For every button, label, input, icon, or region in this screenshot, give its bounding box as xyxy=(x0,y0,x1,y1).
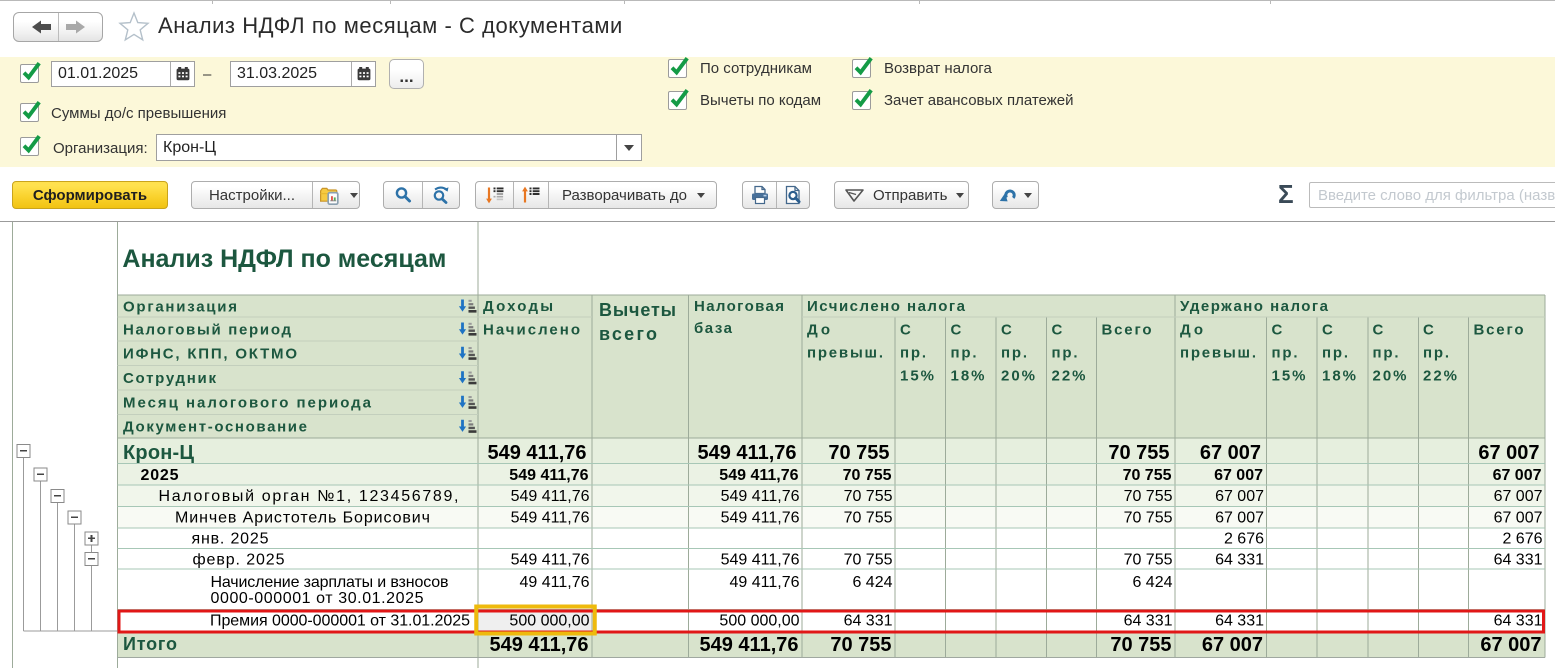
svg-text:549 411,76: 549 411,76 xyxy=(721,509,800,526)
svg-text:Доходы: Доходы xyxy=(483,298,553,315)
svg-text:15%: 15% xyxy=(1272,368,1306,385)
svg-text:С: С xyxy=(951,322,962,339)
svg-text:С: С xyxy=(1052,322,1063,339)
svg-text:67 007: 67 007 xyxy=(1215,509,1264,526)
svg-text:549 411,76: 549 411,76 xyxy=(700,634,799,656)
svg-text:549 411,76: 549 411,76 xyxy=(511,551,590,568)
svg-text:20%: 20% xyxy=(1001,368,1035,385)
svg-text:70 755: 70 755 xyxy=(828,442,889,464)
svg-text:пр.: пр. xyxy=(1001,345,1027,362)
svg-text:С: С xyxy=(1373,322,1384,339)
svg-text:18%: 18% xyxy=(1322,368,1356,385)
svg-text:70 755: 70 755 xyxy=(1123,467,1172,484)
svg-text:всего: всего xyxy=(599,324,657,344)
svg-text:70 755: 70 755 xyxy=(1124,551,1173,568)
svg-text:превыш.: превыш. xyxy=(807,345,883,362)
svg-text:549 411,76: 549 411,76 xyxy=(490,634,589,656)
svg-text:549 411,76: 549 411,76 xyxy=(719,467,798,484)
svg-text:70 755: 70 755 xyxy=(844,551,893,568)
svg-text:Налоговый орган №1, 123456789,: Налоговый орган №1, 123456789, xyxy=(159,488,459,505)
svg-text:67 007: 67 007 xyxy=(1478,442,1539,464)
svg-text:С: С xyxy=(1272,322,1283,339)
svg-text:пр.: пр. xyxy=(900,345,926,362)
svg-text:Минчев Аристотель Борисович: Минчев Аристотель Борисович xyxy=(175,509,430,526)
svg-text:2 676: 2 676 xyxy=(1224,531,1264,548)
svg-text:Начислено: Начислено xyxy=(483,322,580,339)
svg-text:18%: 18% xyxy=(951,368,985,385)
svg-text:С: С xyxy=(1001,322,1012,339)
svg-text:пр.: пр. xyxy=(1322,345,1348,362)
svg-text:49 411,76: 49 411,76 xyxy=(730,574,800,591)
svg-text:превыш.: превыш. xyxy=(1180,345,1256,362)
svg-text:64 331: 64 331 xyxy=(1215,551,1264,568)
svg-text:549 411,76: 549 411,76 xyxy=(509,467,588,484)
svg-text:67 007: 67 007 xyxy=(1480,634,1541,656)
svg-text:70 755: 70 755 xyxy=(844,488,893,505)
svg-text:549 411,76: 549 411,76 xyxy=(511,488,590,505)
svg-text:67 007: 67 007 xyxy=(1202,634,1263,656)
svg-text:22%: 22% xyxy=(1423,368,1457,385)
svg-text:Сотрудник: Сотрудник xyxy=(123,370,216,387)
svg-text:2025: 2025 xyxy=(141,467,179,484)
svg-text:64 331: 64 331 xyxy=(1124,612,1173,629)
svg-text:67 007: 67 007 xyxy=(1214,467,1263,484)
svg-text:70 755: 70 755 xyxy=(1110,634,1171,656)
svg-text:Премия 0000-000001 от 31.01.20: Премия 0000-000001 от 31.01.2025 xyxy=(210,612,470,629)
svg-text:70 755: 70 755 xyxy=(1124,488,1173,505)
svg-text:70 755: 70 755 xyxy=(1108,442,1169,464)
svg-text:67 007: 67 007 xyxy=(1493,467,1542,484)
svg-text:70 755: 70 755 xyxy=(844,509,893,526)
svg-text:пр.: пр. xyxy=(1423,345,1449,362)
svg-text:пр.: пр. xyxy=(1272,345,1298,362)
svg-text:67 007: 67 007 xyxy=(1215,488,1264,505)
svg-text:6 424: 6 424 xyxy=(852,574,892,591)
svg-text:Анализ НДФЛ по месяцам: Анализ НДФЛ по месяцам xyxy=(122,245,446,273)
svg-text:Вычеты: Вычеты xyxy=(599,300,676,320)
svg-text:Удержано налога: Удержано налога xyxy=(1180,298,1329,315)
svg-text:Организация: Организация xyxy=(123,298,237,315)
svg-text:С: С xyxy=(1322,322,1333,339)
svg-text:Налоговый период: Налоговый период xyxy=(123,321,291,338)
svg-text:549 411,76: 549 411,76 xyxy=(721,488,800,505)
svg-text:67 007: 67 007 xyxy=(1494,488,1543,505)
svg-text:49 411,76: 49 411,76 xyxy=(520,574,590,591)
svg-text:пр.: пр. xyxy=(1052,345,1078,362)
svg-text:500 000,00: 500 000,00 xyxy=(509,612,589,629)
svg-text:67 007: 67 007 xyxy=(1200,442,1261,464)
svg-text:Исчислено налога: Исчислено налога xyxy=(807,298,966,315)
svg-text:Документ-основание: Документ-основание xyxy=(123,419,307,436)
svg-text:64 331: 64 331 xyxy=(1215,612,1264,629)
svg-text:Налоговая: Налоговая xyxy=(694,298,784,315)
svg-text:549 411,76: 549 411,76 xyxy=(698,442,797,464)
svg-text:0000-000001 от 30.01.2025: 0000-000001 от 30.01.2025 xyxy=(211,590,424,607)
svg-text:549 411,76: 549 411,76 xyxy=(511,509,590,526)
svg-text:64 331: 64 331 xyxy=(1494,551,1543,568)
svg-text:Начисление зарплаты и взносов: Начисление зарплаты и взносов xyxy=(211,574,449,591)
svg-text:Итого: Итого xyxy=(123,634,177,654)
svg-text:февр. 2025: февр. 2025 xyxy=(193,551,285,568)
svg-text:64 331: 64 331 xyxy=(844,612,893,629)
svg-text:Всего: Всего xyxy=(1474,322,1524,339)
svg-text:С: С xyxy=(900,322,911,339)
svg-text:пр.: пр. xyxy=(951,345,977,362)
svg-text:Всего: Всего xyxy=(1102,322,1152,339)
svg-text:22%: 22% xyxy=(1052,368,1086,385)
svg-text:6 424: 6 424 xyxy=(1132,574,1172,591)
svg-text:70 755: 70 755 xyxy=(830,634,891,656)
svg-text:С: С xyxy=(1423,322,1434,339)
svg-text:70 755: 70 755 xyxy=(843,467,892,484)
svg-text:пр.: пр. xyxy=(1373,345,1399,362)
svg-text:64 331: 64 331 xyxy=(1494,612,1543,629)
svg-text:15%: 15% xyxy=(900,368,934,385)
svg-text:549 411,76: 549 411,76 xyxy=(721,551,800,568)
svg-text:20%: 20% xyxy=(1373,368,1407,385)
svg-text:67 007: 67 007 xyxy=(1494,509,1543,526)
svg-text:500 000,00: 500 000,00 xyxy=(719,612,799,629)
svg-text:янв. 2025: янв. 2025 xyxy=(192,531,269,548)
svg-text:2 676: 2 676 xyxy=(1502,531,1542,548)
svg-text:Крон-Ц: Крон-Ц xyxy=(123,442,194,464)
svg-text:549 411,76: 549 411,76 xyxy=(488,442,587,464)
svg-text:70 755: 70 755 xyxy=(1124,509,1173,526)
